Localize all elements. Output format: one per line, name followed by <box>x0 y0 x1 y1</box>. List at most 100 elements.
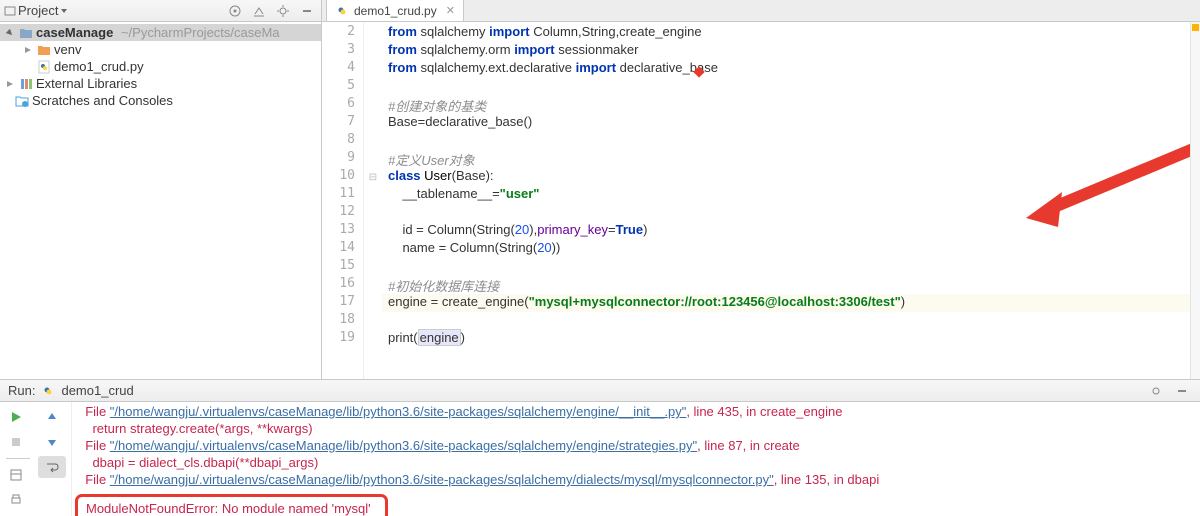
run-config-name: demo1_crud <box>61 383 133 398</box>
code-line[interactable]: name = Column(String(20)) <box>382 240 1190 258</box>
fold-marker[interactable] <box>364 222 382 240</box>
scratches-label: Scratches and Consoles <box>32 93 173 108</box>
expand-arrow-icon[interactable] <box>4 27 16 39</box>
fold-gutter[interactable]: ⊟ <box>364 22 382 379</box>
line-number[interactable]: 9 <box>322 150 363 168</box>
code-line[interactable]: print(engine) <box>382 330 1190 348</box>
fold-marker[interactable] <box>364 240 382 258</box>
line-number[interactable]: 12 <box>322 204 363 222</box>
line-number[interactable]: 5 <box>322 78 363 96</box>
project-tool-header: Project <box>0 0 321 22</box>
tree-scratches[interactable]: Scratches and Consoles <box>0 92 321 109</box>
line-number[interactable]: 19 <box>322 330 363 348</box>
run-toolbar <box>0 402 36 516</box>
code-line[interactable] <box>382 132 1190 150</box>
line-number[interactable]: 16 <box>322 276 363 294</box>
fold-marker[interactable] <box>364 312 382 330</box>
diamond-marker-icon <box>692 65 706 79</box>
code-line[interactable]: __tablename__="user" <box>382 186 1190 204</box>
hide-icon[interactable] <box>1172 381 1192 401</box>
fold-marker[interactable]: ⊟ <box>364 168 382 186</box>
hide-icon[interactable] <box>297 1 317 21</box>
fold-marker[interactable] <box>364 294 382 312</box>
line-number[interactable]: 8 <box>322 132 363 150</box>
expand-arrow-icon[interactable] <box>22 44 34 56</box>
fold-marker[interactable] <box>364 132 382 150</box>
fold-marker[interactable] <box>364 78 382 96</box>
layout-button[interactable] <box>2 464 30 486</box>
line-number[interactable]: 15 <box>322 258 363 276</box>
fold-marker[interactable] <box>364 276 382 294</box>
line-number[interactable]: 3 <box>322 42 363 60</box>
tree-project-root[interactable]: caseManage ~/PycharmProjects/caseMa <box>0 24 321 41</box>
project-sidebar: Project caseManage ~/PycharmProjects/cas… <box>0 0 322 379</box>
gear-icon[interactable] <box>273 1 293 21</box>
down-button[interactable] <box>38 431 66 453</box>
code-line[interactable] <box>382 258 1190 276</box>
stop-button[interactable] <box>2 431 30 453</box>
tree-external-libs[interactable]: External Libraries <box>0 75 321 92</box>
code-line[interactable]: Base=declarative_base() <box>382 114 1190 132</box>
up-button[interactable] <box>38 406 66 428</box>
wrap-button[interactable] <box>38 456 66 478</box>
error-stripe[interactable] <box>1190 22 1200 379</box>
code-line[interactable] <box>382 78 1190 96</box>
line-number[interactable]: 13 <box>322 222 363 240</box>
code-line[interactable]: #创建对象的基类 <box>382 96 1190 114</box>
run-toolbar-2 <box>36 402 72 516</box>
fold-marker[interactable] <box>364 114 382 132</box>
line-number[interactable]: 4 <box>322 60 363 78</box>
folder-icon <box>18 25 34 41</box>
code-line[interactable]: #定义User对象 <box>382 150 1190 168</box>
project-tree[interactable]: caseManage ~/PycharmProjects/caseMa venv… <box>0 22 321 109</box>
fold-marker[interactable] <box>364 60 382 78</box>
scratches-icon <box>14 93 30 109</box>
fold-marker[interactable] <box>364 96 382 114</box>
line-number[interactable]: 10 <box>322 168 363 186</box>
expand-arrow-icon[interactable] <box>4 78 16 90</box>
fold-marker[interactable] <box>364 42 382 60</box>
console-line: dbapi = dialect_cls.dbapi(**dbapi_args) <box>78 455 1200 472</box>
line-number[interactable]: 2 <box>322 24 363 42</box>
code-line[interactable]: #初始化数据库连接 <box>382 276 1190 294</box>
line-number[interactable]: 11 <box>322 186 363 204</box>
line-number[interactable]: 18 <box>322 312 363 330</box>
fold-marker[interactable] <box>364 204 382 222</box>
print-button[interactable] <box>2 489 30 511</box>
fold-marker[interactable] <box>364 258 382 276</box>
ext-lib-label: External Libraries <box>36 76 137 91</box>
close-icon[interactable]: ✕ <box>446 4 455 17</box>
line-number[interactable]: 7 <box>322 114 363 132</box>
venv-label: venv <box>54 42 81 57</box>
run-console[interactable]: File "/home/wangju/.virtualenvs/caseMana… <box>72 402 1200 516</box>
line-number-gutter[interactable]: 2345678910111213141516171819 <box>322 22 364 379</box>
console-line: File "/home/wangju/.virtualenvs/caseMana… <box>78 472 1200 489</box>
python-file-icon <box>36 59 52 75</box>
fold-marker[interactable] <box>364 186 382 204</box>
tree-venv[interactable]: venv <box>0 41 321 58</box>
code-line[interactable]: from sqlalchemy.orm import sessionmaker <box>382 42 1190 60</box>
code-line[interactable]: engine = create_engine("mysql+mysqlconne… <box>382 294 1190 312</box>
locate-icon[interactable] <box>225 1 245 21</box>
warning-marker[interactable] <box>1192 24 1199 31</box>
project-title[interactable]: Project <box>4 3 68 18</box>
collapse-icon[interactable] <box>249 1 269 21</box>
rerun-button[interactable] <box>2 406 30 428</box>
fold-marker[interactable] <box>364 24 382 42</box>
tab-demo1-crud[interactable]: demo1_crud.py ✕ <box>326 0 464 21</box>
line-number[interactable]: 6 <box>322 96 363 114</box>
fold-marker[interactable] <box>364 330 382 348</box>
tree-file[interactable]: demo1_crud.py <box>0 58 321 75</box>
code-line[interactable]: class User(Base): <box>382 168 1190 186</box>
code-line[interactable]: from sqlalchemy import Column,String,cre… <box>382 24 1190 42</box>
code-line[interactable]: from sqlalchemy.ext.declarative import d… <box>382 60 1190 78</box>
fold-marker[interactable] <box>364 150 382 168</box>
code-line[interactable] <box>382 312 1190 330</box>
project-title-text: Project <box>18 3 58 18</box>
line-number[interactable]: 14 <box>322 240 363 258</box>
gear-icon[interactable] <box>1146 381 1166 401</box>
code-editor[interactable]: from sqlalchemy import Column,String,cre… <box>382 22 1190 379</box>
code-line[interactable]: id = Column(String(20),primary_key=True) <box>382 222 1190 240</box>
code-line[interactable] <box>382 204 1190 222</box>
line-number[interactable]: 17 <box>322 294 363 312</box>
